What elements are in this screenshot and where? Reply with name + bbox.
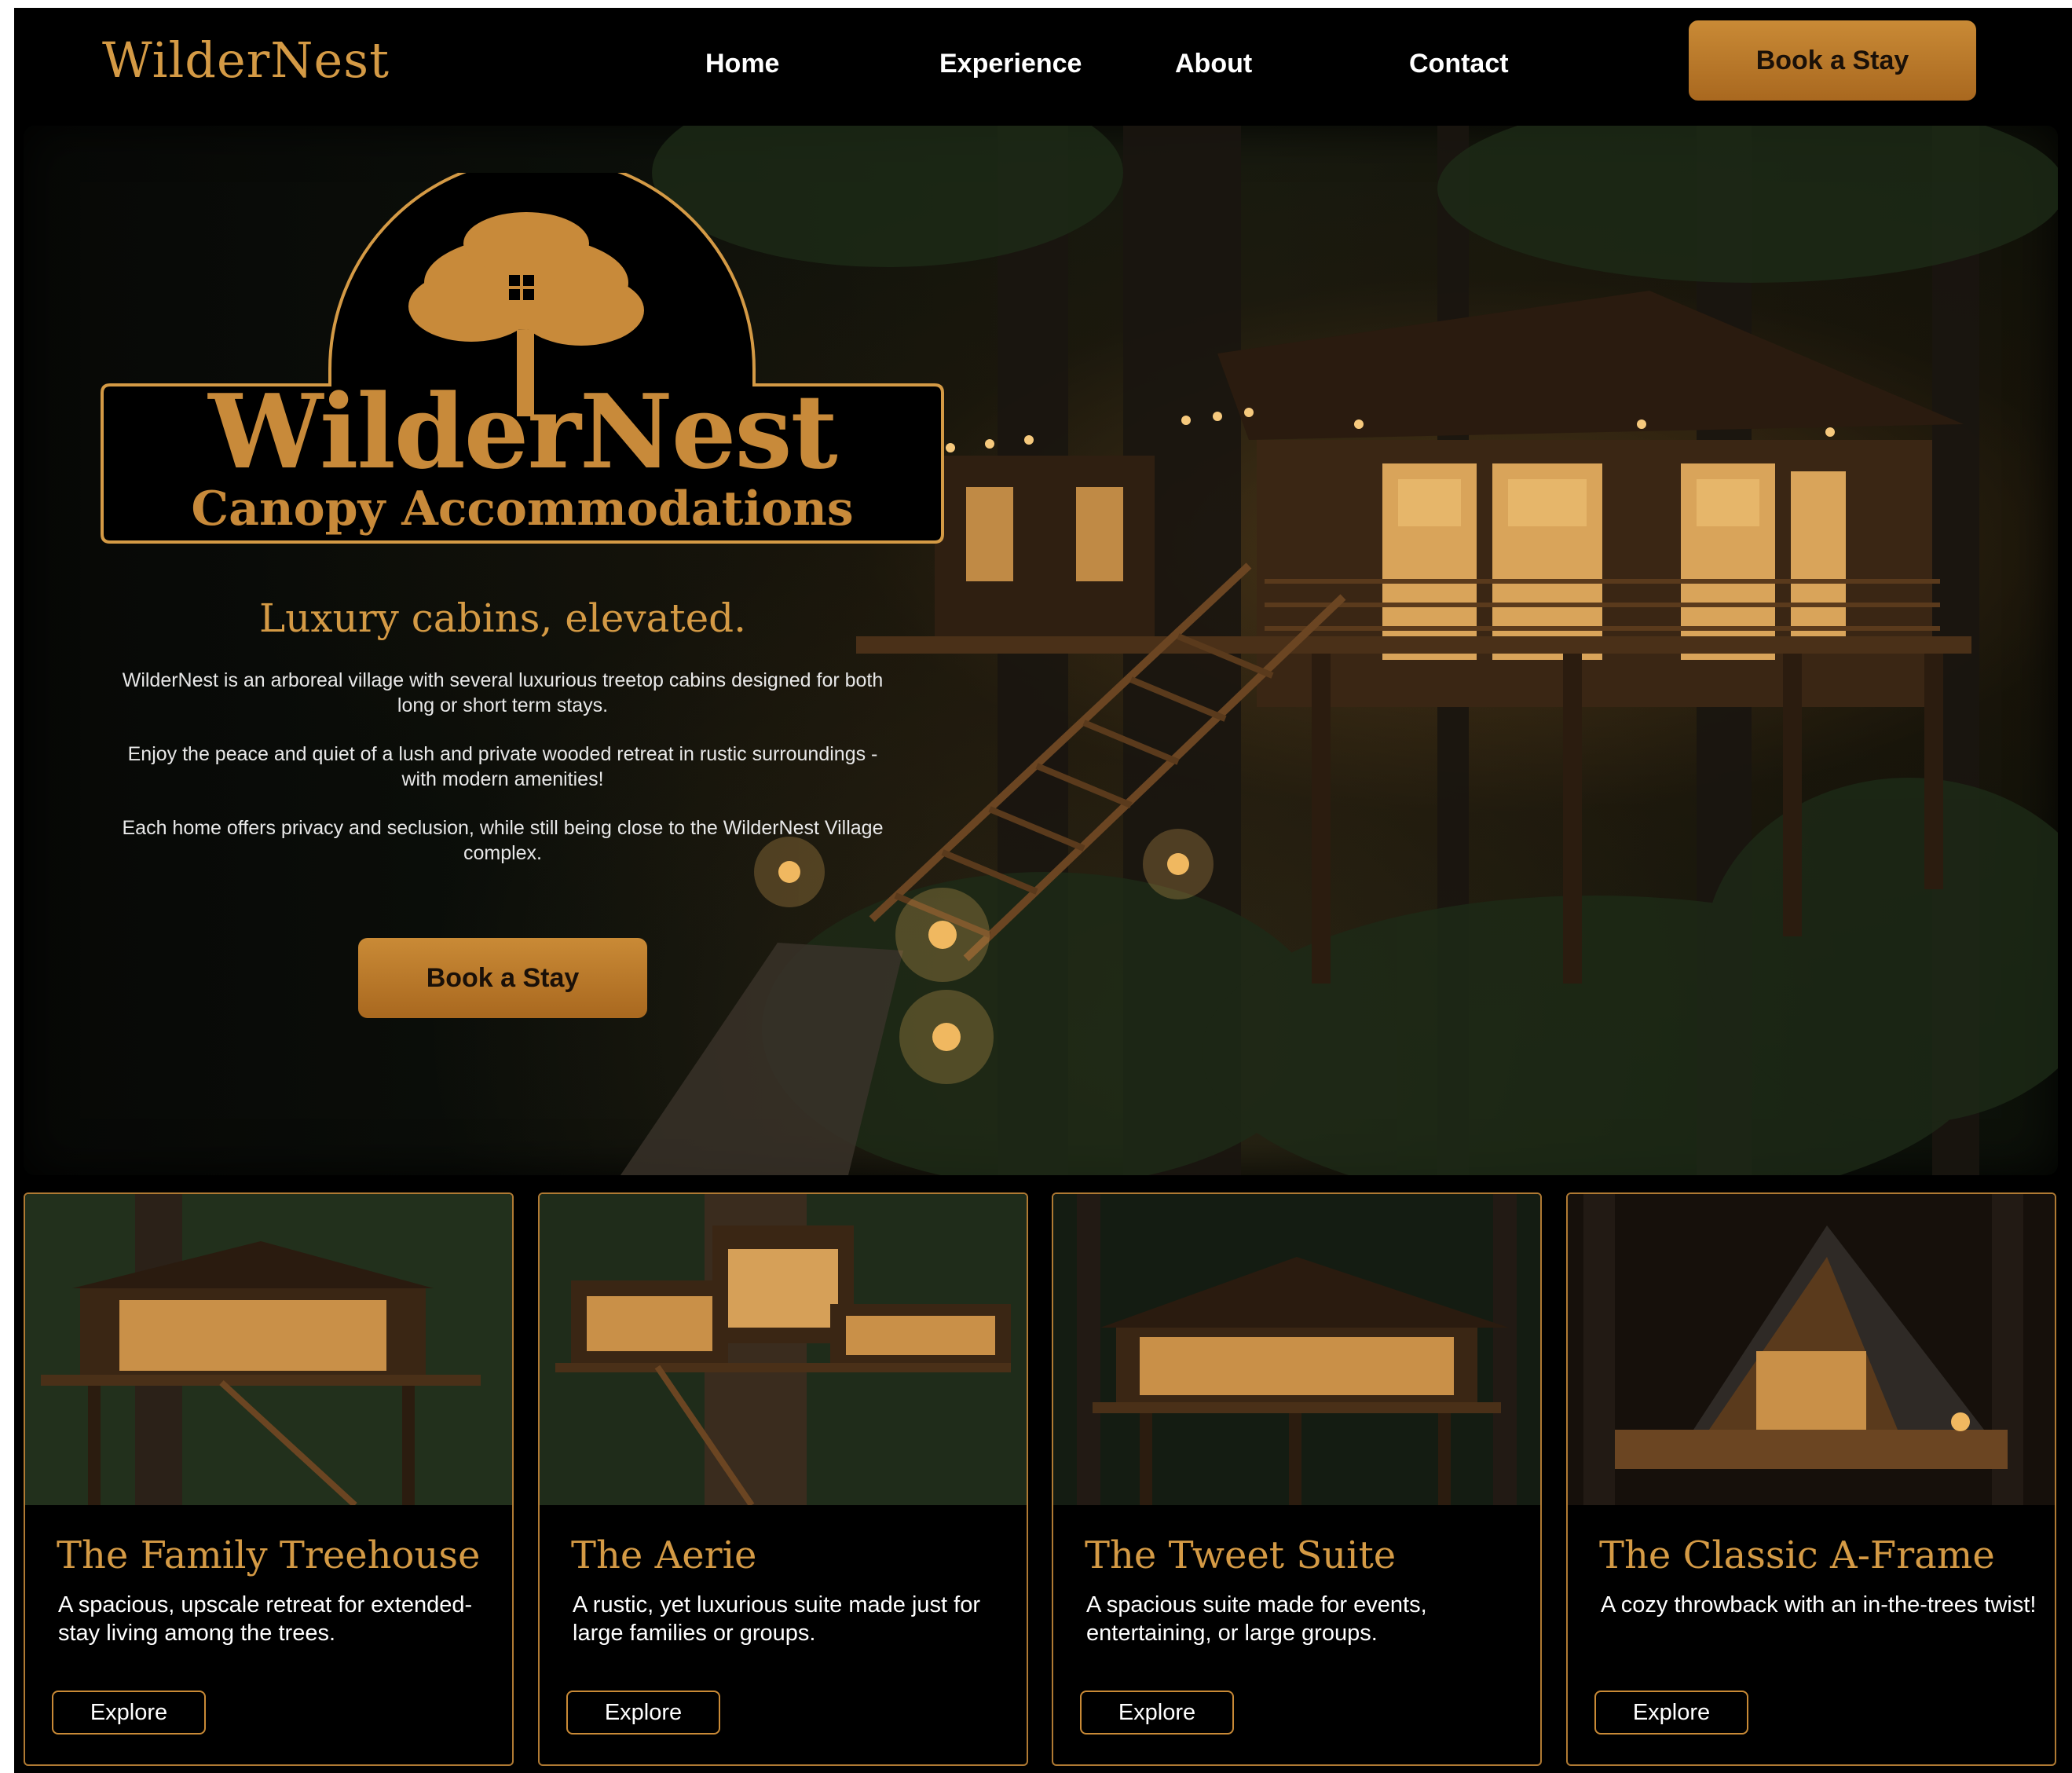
nav-contact[interactable]: Contact: [1409, 49, 1509, 79]
logo-subtitle: Canopy Accommodations: [191, 482, 853, 537]
hero-section: WilderNest Canopy Accommodations Luxury …: [24, 126, 2058, 1175]
top-nav: WilderNest Home Experience About Contact…: [14, 8, 2072, 126]
explore-button[interactable]: Explore: [1594, 1691, 1748, 1735]
nav-home[interactable]: Home: [705, 49, 779, 79]
hero-paragraph-1: WilderNest is an arboreal village with s…: [122, 669, 884, 716]
explore-button[interactable]: Explore: [1080, 1691, 1234, 1735]
card-title: The Family Treehouse: [57, 1533, 481, 1577]
nav-about[interactable]: About: [1175, 49, 1252, 79]
explore-button[interactable]: Explore: [566, 1691, 720, 1735]
card-description: A cozy throwback with an in-the-trees tw…: [1601, 1592, 2037, 1617]
hero-paragraph-2: Enjoy the peace and quiet of a lush and …: [127, 743, 878, 790]
hero-book-a-stay-button[interactable]: Book a Stay: [358, 938, 647, 1018]
nav-experience[interactable]: Experience: [939, 49, 1082, 79]
cabin-card: The Family Treehouse A spacious, upscale…: [24, 1192, 514, 1766]
tweet-suite-image: [1053, 1194, 1540, 1505]
classic-a-frame-image: [1568, 1194, 2055, 1505]
card-description: A rustic, yet luxurious suite made just …: [573, 1592, 980, 1646]
card-description: A spacious, upscale retreat for extended…: [58, 1592, 473, 1646]
wildernest-logo: WilderNest Canopy Accommodations: [101, 173, 944, 544]
aerie-image: [540, 1194, 1027, 1505]
cabin-card: The Tweet Suite A spacious suite made fo…: [1052, 1192, 1542, 1766]
explore-button[interactable]: Explore: [52, 1691, 206, 1735]
family-treehouse-image: [25, 1194, 512, 1505]
logo-title: WilderNest: [207, 372, 837, 492]
hero-paragraph-3: Each home offers privacy and seclusion, …: [122, 817, 884, 864]
card-description: A spacious suite made for events, entert…: [1086, 1592, 1427, 1646]
card-title: The Aerie: [571, 1533, 757, 1577]
hero-tagline: Luxury cabins, elevated.: [258, 595, 747, 641]
cabin-card: The Aerie A rustic, yet luxurious suite …: [538, 1192, 1028, 1766]
card-title: The Tweet Suite: [1085, 1533, 1397, 1577]
page: WilderNest Home Experience About Contact…: [14, 8, 2072, 1773]
card-title: The Classic A-Frame: [1599, 1533, 1995, 1577]
book-a-stay-button[interactable]: Book a Stay: [1689, 20, 1976, 101]
cabin-card: The Classic A-Frame A cozy throwback wit…: [1566, 1192, 2056, 1766]
brand-logo-text[interactable]: WilderNest: [102, 31, 390, 89]
